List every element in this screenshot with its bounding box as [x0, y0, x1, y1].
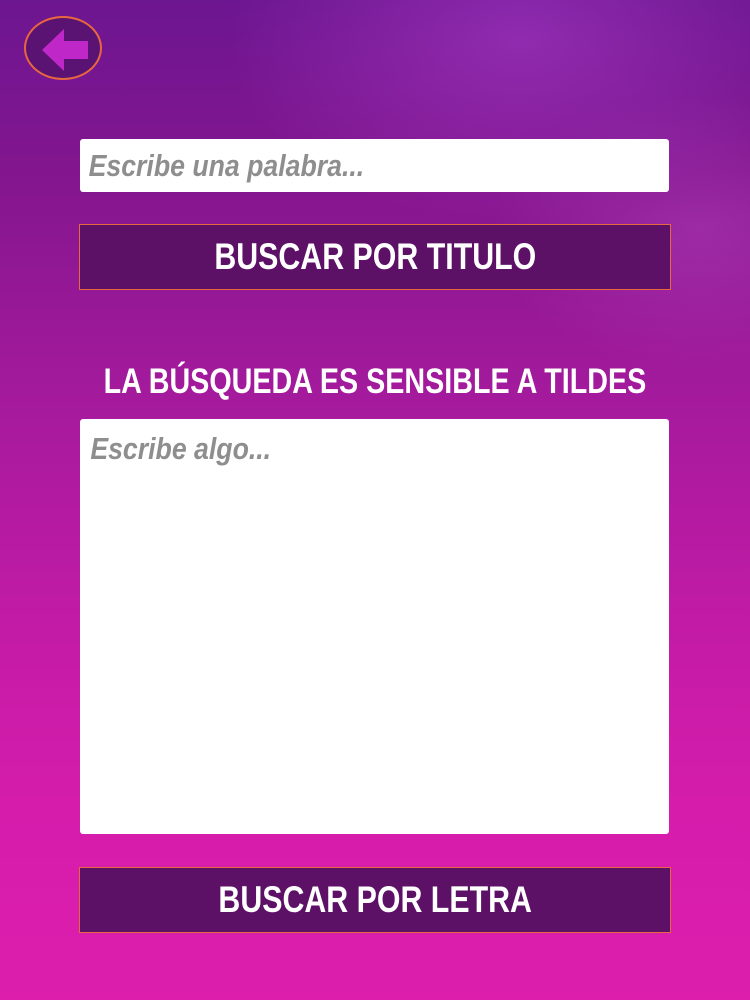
- notice-text: LA BÚSQUEDA ES SENSIBLE A TILDES: [103, 362, 647, 401]
- search-by-lyrics-button[interactable]: BUSCAR POR LETRA: [79, 867, 671, 933]
- title-search-input[interactable]: [80, 139, 669, 192]
- arrow-left-icon: [42, 29, 88, 71]
- lyrics-search-field: [80, 419, 669, 834]
- lyrics-search-textarea[interactable]: [80, 419, 669, 834]
- search-by-lyrics-label: BUSCAR POR LETRA: [218, 879, 532, 920]
- search-by-title-button[interactable]: BUSCAR POR TITULO: [79, 224, 671, 290]
- back-button[interactable]: [24, 16, 102, 80]
- title-search-field: [80, 139, 669, 192]
- accent-sensitivity-notice: LA BÚSQUEDA ES SENSIBLE A TILDES: [0, 358, 750, 406]
- search-by-title-label: BUSCAR POR TITULO: [214, 236, 536, 277]
